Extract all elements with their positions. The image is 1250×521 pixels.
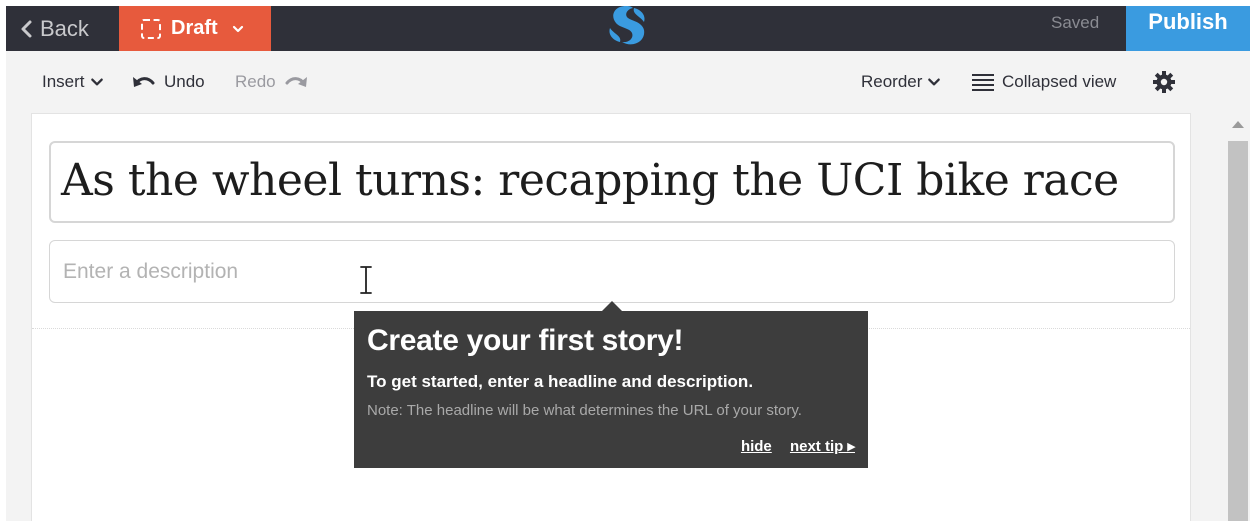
tooltip-links: hide next tip ▸ [727, 437, 855, 455]
app-window: Back Draft Saved Publish Insert Undo Red… [6, 6, 1250, 521]
gear-icon [1153, 71, 1175, 93]
tooltip-title: Create your first story! [367, 324, 684, 357]
insert-menu[interactable]: Insert [42, 51, 104, 113]
publish-label: Publish [1148, 8, 1228, 34]
headline-input[interactable]: As the wheel turns: recapping the UCI bi… [49, 141, 1175, 223]
tooltip-note: Note: The headline will be what determin… [367, 402, 802, 419]
list-icon [972, 74, 994, 91]
collapsed-view-label: Collapsed view [1002, 72, 1117, 91]
undo-button[interactable]: Undo [132, 51, 205, 113]
redo-button[interactable]: Redo [235, 51, 308, 113]
onboarding-tooltip: Create your first story! To get started,… [354, 301, 868, 468]
caret-down-icon [90, 78, 103, 86]
draft-label: Draft [171, 17, 218, 39]
back-label: Back [40, 15, 89, 41]
saved-status: Saved [1051, 13, 1100, 32]
settings-button[interactable] [1152, 51, 1176, 113]
caret-down-icon [232, 25, 243, 32]
undo-icon [133, 77, 155, 87]
logo-icon [609, 6, 645, 45]
scroll-thumb[interactable] [1228, 141, 1248, 521]
caret-down-icon [928, 78, 941, 86]
back-button[interactable]: Back [16, 6, 89, 51]
redo-icon [285, 77, 307, 87]
undo-label: Undo [164, 72, 205, 91]
publish-button[interactable]: Publish [1126, 6, 1250, 51]
draft-status-dropdown[interactable]: Draft [119, 6, 271, 51]
top-bar: Back Draft Saved Publish [6, 6, 1250, 51]
next-tip-link[interactable]: next tip ▸ [790, 438, 855, 455]
tooltip-arrow [602, 301, 622, 311]
insert-label: Insert [42, 72, 85, 91]
draft-dashed-icon [141, 18, 161, 39]
collapsed-view-button[interactable]: Collapsed view [971, 51, 1116, 113]
scroll-up-arrow-icon[interactable] [1232, 121, 1244, 128]
editor-toolbar: Insert Undo Redo Reorder Collapsed view [6, 51, 1250, 113]
scrollbar[interactable] [1226, 113, 1250, 521]
redo-label: Redo [235, 72, 276, 91]
tooltip-text: To get started, enter a headline and des… [367, 372, 754, 391]
reorder-menu[interactable]: Reorder [861, 51, 941, 113]
reorder-label: Reorder [861, 72, 923, 91]
text-cursor-icon [360, 266, 372, 294]
back-chevron-icon [21, 20, 32, 37]
description-input[interactable]: Enter a description [49, 240, 1175, 303]
hide-link[interactable]: hide [741, 438, 772, 455]
